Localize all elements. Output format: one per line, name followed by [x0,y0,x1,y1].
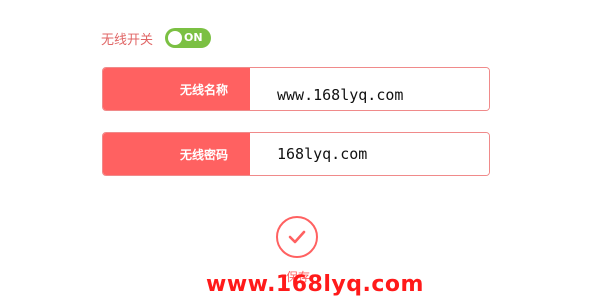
wireless-switch-row: 无线开关 ON [101,27,212,49]
wireless-switch-label: 无线开关 [101,32,154,48]
save-button[interactable] [276,216,318,258]
password-label: 无线密码 [103,133,250,175]
toggle-knob [168,31,183,45]
ssid-input[interactable]: www.168lyq.com [250,68,489,110]
checkmark-icon [288,230,306,244]
ssid-field: 无线名称 www.168lyq.com [102,67,490,111]
wireless-switch-toggle[interactable]: ON [165,28,212,48]
password-input[interactable]: 168lyq.com [250,133,489,175]
watermark-text: www.168lyq.com [206,272,424,297]
ssid-label: 无线名称 [103,68,250,110]
toggle-state-text: ON [184,31,203,44]
password-field: 无线密码 168lyq.com [102,132,490,176]
